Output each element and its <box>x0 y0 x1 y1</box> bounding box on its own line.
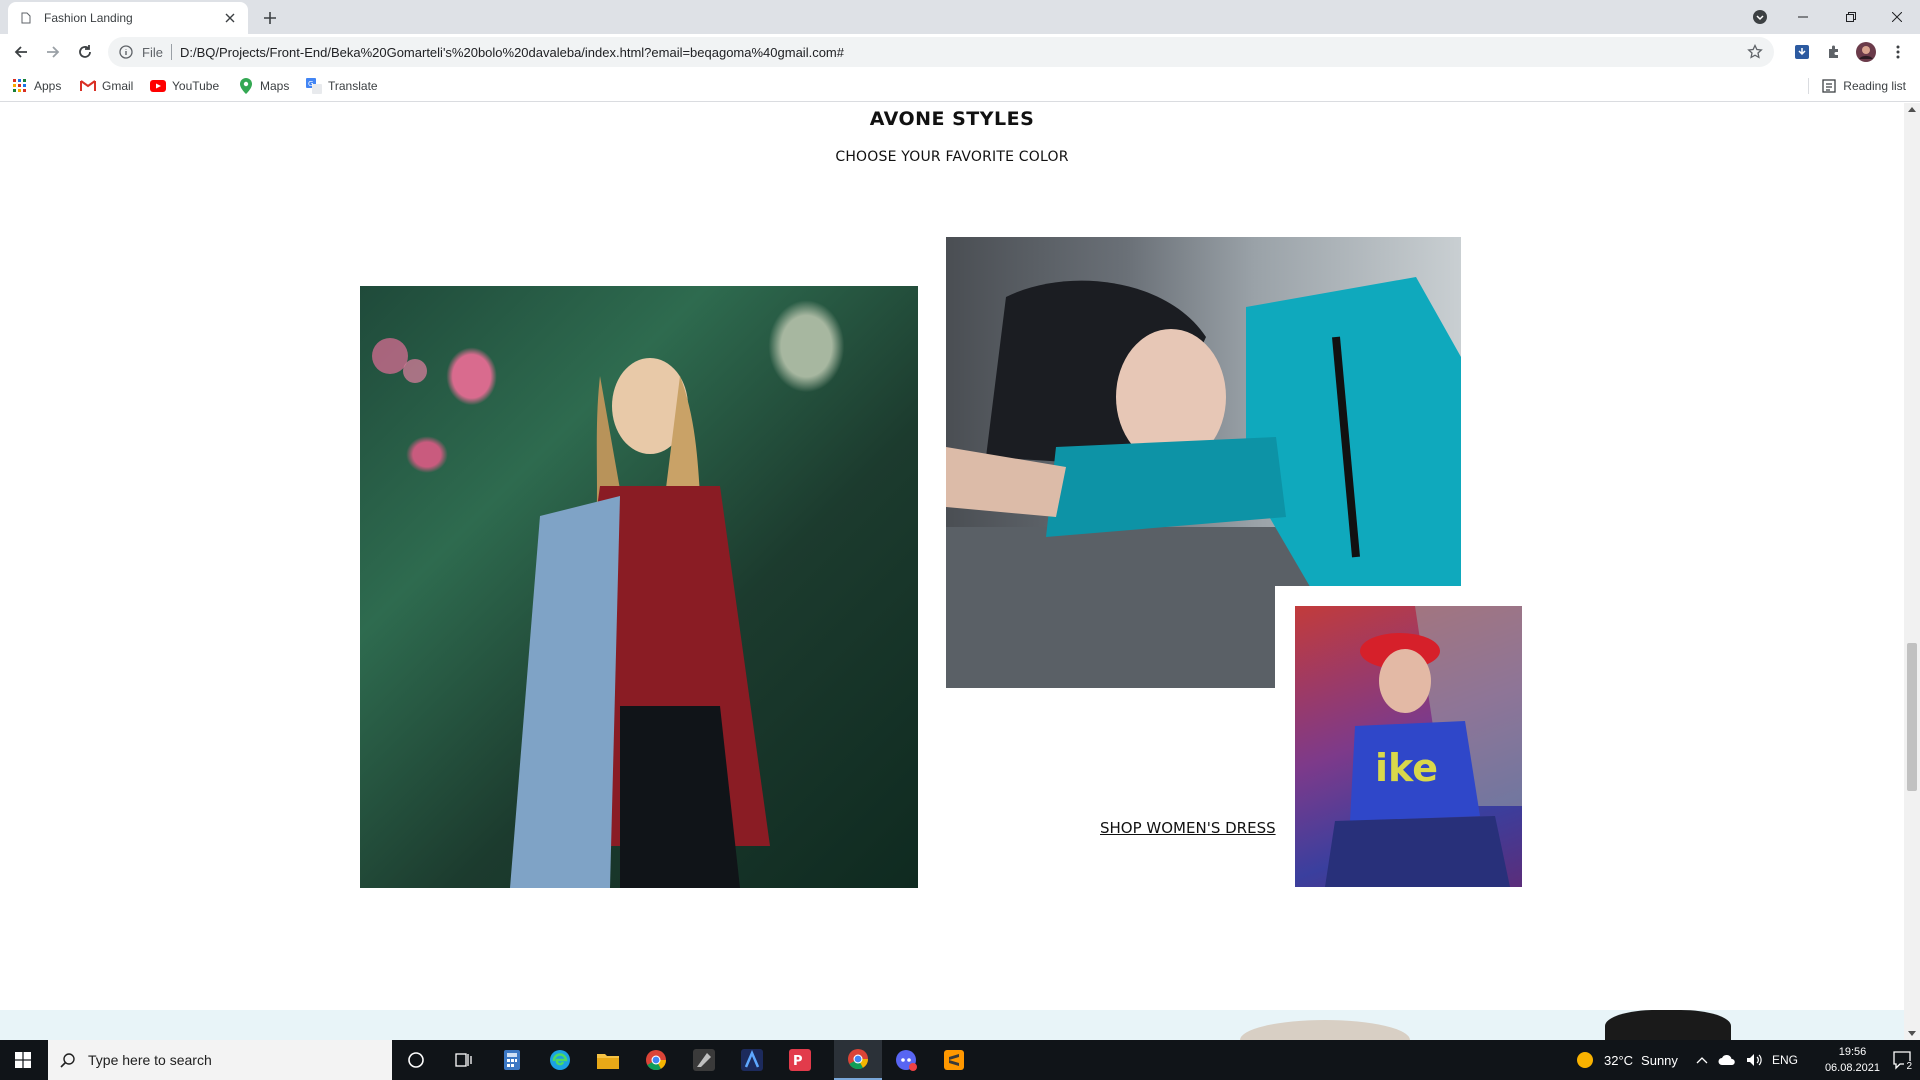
url-text[interactable]: D:/BQ/Projects/Front-End/Beka%20Gomartel… <box>180 45 844 60</box>
bookmark-label: Gmail <box>102 79 134 93</box>
profile-avatar[interactable] <box>1856 42 1876 62</box>
back-button[interactable] <box>8 39 34 65</box>
jetbrains-app-icon[interactable]: P <box>776 1040 824 1080</box>
volume-icon[interactable] <box>1746 1040 1762 1080</box>
browser-menu-icon[interactable] <box>1888 42 1908 62</box>
next-section-photo-right <box>1605 1010 1731 1040</box>
forward-button[interactable] <box>40 39 66 65</box>
section-title: AVONE STYLES <box>869 108 1035 130</box>
reading-list-icon <box>1821 78 1837 94</box>
maps-icon <box>238 78 254 94</box>
bookmark-maps[interactable]: Maps <box>238 76 289 96</box>
discord-icon[interactable] <box>882 1040 930 1080</box>
bookmark-label: YouTube <box>172 79 220 93</box>
calculator-app-icon[interactable] <box>488 1040 536 1080</box>
edge-browser-icon[interactable] <box>536 1040 584 1080</box>
bookmark-apps[interactable]: Apps <box>12 76 61 96</box>
bookmark-star-icon[interactable] <box>1746 43 1764 61</box>
bookmark-gmail[interactable]: Gmail <box>80 76 133 96</box>
notification-center-button[interactable]: 2 <box>1890 1048 1914 1072</box>
sublime-text-icon[interactable] <box>930 1040 978 1080</box>
taskbar-search-box[interactable]: Type here to search <box>48 1040 392 1080</box>
windows-taskbar: Type here to search P 32°C Sunny ENG 19:… <box>0 1040 1920 1080</box>
language-indicator[interactable]: ENG <box>1772 1040 1798 1080</box>
scroll-down-arrow-icon[interactable] <box>1908 1031 1916 1036</box>
bookmark-label: Maps <box>260 79 290 93</box>
next-section-preview <box>0 1010 1904 1040</box>
tab-search-icon[interactable] <box>1750 7 1770 27</box>
reading-list-button[interactable]: Reading list <box>1808 76 1906 96</box>
bookmarks-bar: Apps Gmail YouTube Maps G Translate Read… <box>0 70 1920 102</box>
extensions-puzzle-icon[interactable] <box>1824 42 1844 62</box>
minimize-button[interactable] <box>1780 0 1826 34</box>
woman-red-cap-photo: ike <box>1295 606 1522 887</box>
sun-icon <box>1577 1052 1593 1068</box>
close-tab-icon[interactable] <box>222 10 238 26</box>
chevron-up-icon <box>1696 1057 1708 1064</box>
denim-photo-art <box>372 338 770 888</box>
page-scrollbar[interactable] <box>1904 103 1920 1040</box>
scrollbar-thumb[interactable] <box>1907 643 1917 791</box>
chrome-running-icon[interactable] <box>834 1040 882 1080</box>
task-view-icon[interactable] <box>440 1040 488 1080</box>
scroll-up-arrow-icon[interactable] <box>1908 107 1916 112</box>
info-icon[interactable] <box>118 44 134 60</box>
taskbar-clock[interactable]: 19:56 06.08.2021 <box>1825 1044 1880 1076</box>
weather-temp: 32°C <box>1604 1052 1634 1068</box>
section-subtitle: CHOOSE YOUR FAVORITE COLOR <box>835 149 1069 165</box>
restore-button[interactable] <box>1828 0 1874 34</box>
windows-logo-icon <box>15 1052 31 1068</box>
shop-womens-dress-link[interactable]: SHOP WOMEN'S DRESS <box>1100 819 1276 837</box>
browser-toolbar: File D:/BQ/Projects/Front-End/Beka%20Gom… <box>0 34 1920 70</box>
clock-time: 19:56 <box>1838 1046 1867 1058</box>
file-icon <box>18 10 34 26</box>
taskbar-search-placeholder: Type here to search <box>88 1052 212 1068</box>
affinity-designer-icon[interactable] <box>728 1040 776 1080</box>
close-window-button[interactable] <box>1874 0 1920 34</box>
start-button[interactable] <box>0 1040 46 1080</box>
chrome-icon[interactable] <box>632 1040 680 1080</box>
address-divider <box>170 44 172 60</box>
weather-condition: Sunny <box>1641 1052 1678 1068</box>
tab-strip: Fashion Landing <box>0 0 1920 34</box>
scheme-label: File <box>142 44 163 60</box>
woman-denim-jacket-photo <box>360 286 918 888</box>
onedrive-icon[interactable] <box>1718 1040 1736 1080</box>
svg-text:G: G <box>308 80 313 88</box>
bookmarks-divider <box>1808 78 1810 94</box>
inkscape-icon[interactable] <box>680 1040 728 1080</box>
page-viewport: AVONE STYLES CHOOSE YOUR FAVORITE COLOR <box>0 103 1904 1040</box>
youtube-icon <box>150 78 166 94</box>
address-bar[interactable]: File D:/BQ/Projects/Front-End/Beka%20Gom… <box>108 37 1774 67</box>
show-hidden-icons[interactable] <box>1696 1040 1708 1080</box>
reload-button[interactable] <box>72 39 98 65</box>
next-section-photo-left <box>1240 1020 1410 1040</box>
bookmark-youtube[interactable]: YouTube <box>150 76 219 96</box>
svg-text:P: P <box>793 1054 803 1069</box>
bookmark-label: Apps <box>34 79 62 93</box>
translate-icon: G <box>306 78 322 94</box>
new-tab-button[interactable] <box>258 6 282 30</box>
file-explorer-icon[interactable] <box>584 1040 632 1080</box>
apps-grid-icon <box>12 78 28 94</box>
cortana-icon[interactable] <box>392 1040 440 1080</box>
gmail-icon <box>80 78 96 94</box>
bookmark-label: Translate <box>328 79 378 93</box>
search-icon <box>60 1053 75 1068</box>
tab-fashion-landing[interactable]: Fashion Landing <box>8 2 248 34</box>
notification-count: 2 <box>1904 1061 1914 1072</box>
language-label: ENG <box>1772 1053 1799 1067</box>
tab-title: Fashion Landing <box>44 11 133 25</box>
clock-date: 06.08.2021 <box>1824 1062 1880 1074</box>
weather-widget[interactable]: 32°C Sunny <box>1576 1040 1678 1080</box>
bookmark-translate[interactable]: G Translate <box>306 76 378 96</box>
extension-download-icon[interactable] <box>1792 42 1812 62</box>
svg-text:ike: ike <box>1375 746 1438 790</box>
cap-photo-art: ike <box>1325 606 1522 887</box>
reading-list-label: Reading list <box>1843 79 1906 93</box>
